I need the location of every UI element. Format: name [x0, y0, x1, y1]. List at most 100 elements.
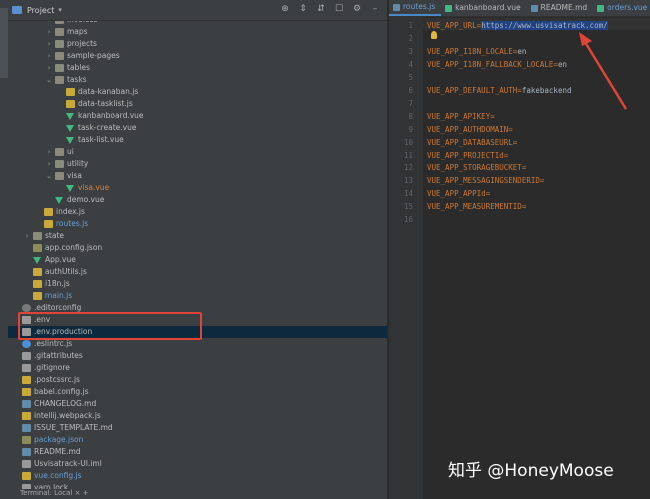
tree-item[interactable]: .gitignore	[8, 362, 387, 374]
chevron-down-icon[interactable]: ⌄	[45, 74, 53, 86]
eslint-file-icon	[22, 340, 31, 348]
tree-item-label: authUtils.js	[45, 267, 87, 276]
tree-item-label: vue.config.js	[34, 471, 82, 480]
tree-item[interactable]: ISSUE_TEMPLATE.md	[8, 422, 387, 434]
js-file-icon	[33, 292, 42, 300]
tree-item[interactable]: › sample-pages	[8, 50, 387, 62]
tree-item-label: visa	[67, 171, 83, 180]
annotation-arrow	[579, 32, 628, 110]
js-file-icon	[66, 88, 75, 96]
tree-item[interactable]: demo.vue	[8, 194, 387, 206]
chevron-right-icon[interactable]: ›	[45, 158, 53, 170]
folder-icon	[55, 52, 64, 60]
tree-item[interactable]: › tables	[8, 62, 387, 74]
markdown-file-icon	[22, 424, 31, 432]
tree-item[interactable]: › maps	[8, 26, 387, 38]
chevron-right-icon[interactable]: ›	[23, 230, 31, 242]
folder-icon	[33, 232, 42, 240]
project-tool-tab[interactable]	[0, 8, 8, 78]
tree-item[interactable]: vue.config.js	[8, 470, 387, 482]
tree-item[interactable]: intellij.webpack.js	[8, 410, 387, 422]
project-icon	[12, 6, 22, 14]
js-file-icon	[44, 208, 53, 216]
folder-icon	[55, 148, 64, 156]
locate-icon[interactable]: ⊕	[279, 3, 291, 15]
project-title[interactable]: Project	[27, 6, 54, 15]
tree-item-label: main.js	[45, 291, 73, 300]
project-panel: ›invoices›maps›projects›sample-pages›tab…	[8, 0, 387, 499]
tree-item-label: maps	[67, 27, 88, 36]
tree-item[interactable]: package.json	[8, 434, 387, 446]
tree-item[interactable]: app.config.json	[8, 242, 387, 254]
tree-item[interactable]: › state	[8, 230, 387, 242]
js-file-icon	[33, 268, 42, 276]
gear-icon[interactable]: ⚙	[351, 3, 363, 15]
terminal-tab[interactable]: Terminal: Local × +	[20, 489, 89, 497]
tree-item-label: tasks	[67, 75, 87, 84]
expand-icon[interactable]: ⇵	[315, 3, 327, 15]
tree-item[interactable]: task-create.vue	[8, 122, 387, 134]
chevron-right-icon[interactable]: ›	[45, 146, 53, 158]
config-file-icon	[22, 304, 31, 312]
file-icon	[22, 460, 31, 468]
tree-item[interactable]: › ui	[8, 146, 387, 158]
tree-item-label: CHANGELOG.md	[34, 399, 97, 408]
markdown-file-icon	[22, 448, 31, 456]
tree-item[interactable]: ⌄ visa	[8, 170, 387, 182]
tree-item-label: data-tasklist.js	[78, 99, 133, 108]
tree-item-label: routes.js	[56, 219, 89, 228]
tree-item[interactable]: task-list.vue	[8, 134, 387, 146]
tree-item-label: task-create.vue	[78, 123, 137, 132]
chevron-right-icon[interactable]: ›	[45, 62, 53, 74]
tree-item[interactable]: App.vue	[8, 254, 387, 266]
vue-file-icon	[33, 257, 41, 264]
js-file-icon	[44, 220, 53, 228]
tree-item[interactable]: routes.js	[8, 218, 387, 230]
json-file-icon	[22, 436, 31, 444]
chevron-right-icon[interactable]: ›	[45, 50, 53, 62]
chevron-down-icon[interactable]: ⌄	[45, 170, 53, 182]
tree-item[interactable]: .postcssrc.js	[8, 374, 387, 386]
project-tree: ›invoices›maps›projects›sample-pages›tab…	[8, 14, 387, 494]
tree-item[interactable]: data-tasklist.js	[8, 98, 387, 110]
tree-item[interactable]: data-kanaban.js	[8, 86, 387, 98]
chevron-down-icon[interactable]: ▾	[58, 6, 62, 14]
folder-icon	[55, 76, 64, 84]
tree-item-label: intellij.webpack.js	[34, 411, 101, 420]
tree-item[interactable]: visa.vue	[8, 182, 387, 194]
tree-item[interactable]: kanbanboard.vue	[8, 110, 387, 122]
tree-item[interactable]: ⌄ tasks	[8, 74, 387, 86]
tree-item-label: utility	[67, 159, 89, 168]
chevron-right-icon[interactable]: ›	[45, 38, 53, 50]
tree-item-label: app.config.json	[45, 243, 103, 252]
folder-icon	[55, 160, 64, 168]
vue-file-icon	[55, 197, 63, 204]
tree-item[interactable]: › utility	[8, 158, 387, 170]
tree-item[interactable]: i18n.js	[8, 278, 387, 290]
tree-item[interactable]: Usvisatrack-UI.iml	[8, 458, 387, 470]
tree-item[interactable]: CHANGELOG.md	[8, 398, 387, 410]
hide-icon[interactable]: –	[369, 3, 381, 15]
tree-item[interactable]: babel.config.js	[8, 386, 387, 398]
tree-item-label: .gitignore	[34, 363, 70, 372]
folder-icon	[55, 64, 64, 72]
tree-item-label: Usvisatrack-UI.iml	[34, 459, 102, 468]
collapse-icon[interactable]: ⇕	[297, 3, 309, 15]
scroll-from-source-icon[interactable]: ☐	[333, 3, 345, 15]
tree-item[interactable]: main.js	[8, 290, 387, 302]
tree-item[interactable]: authUtils.js	[8, 266, 387, 278]
chevron-right-icon[interactable]: ›	[45, 26, 53, 38]
tree-item[interactable]: README.md	[8, 446, 387, 458]
editor-panel: routes.js kanbanboard.vue README.md orders.…	[389, 0, 650, 499]
vue-file-icon	[66, 185, 74, 192]
tree-item[interactable]: .gitattributes	[8, 350, 387, 362]
js-file-icon	[33, 280, 42, 288]
tree-item[interactable]: › projects	[8, 38, 387, 50]
tree-item-label: App.vue	[45, 255, 76, 264]
tree-item[interactable]: index.js	[8, 206, 387, 218]
folder-icon	[55, 28, 64, 36]
folder-icon	[55, 40, 64, 48]
bottom-bar: Terminal: Local × +	[16, 489, 387, 499]
watermark: 知乎 @HoneyMoose	[448, 461, 614, 481]
project-toolbar: ⊕ ⇕ ⇵ ☐ ⚙ –	[279, 3, 381, 15]
